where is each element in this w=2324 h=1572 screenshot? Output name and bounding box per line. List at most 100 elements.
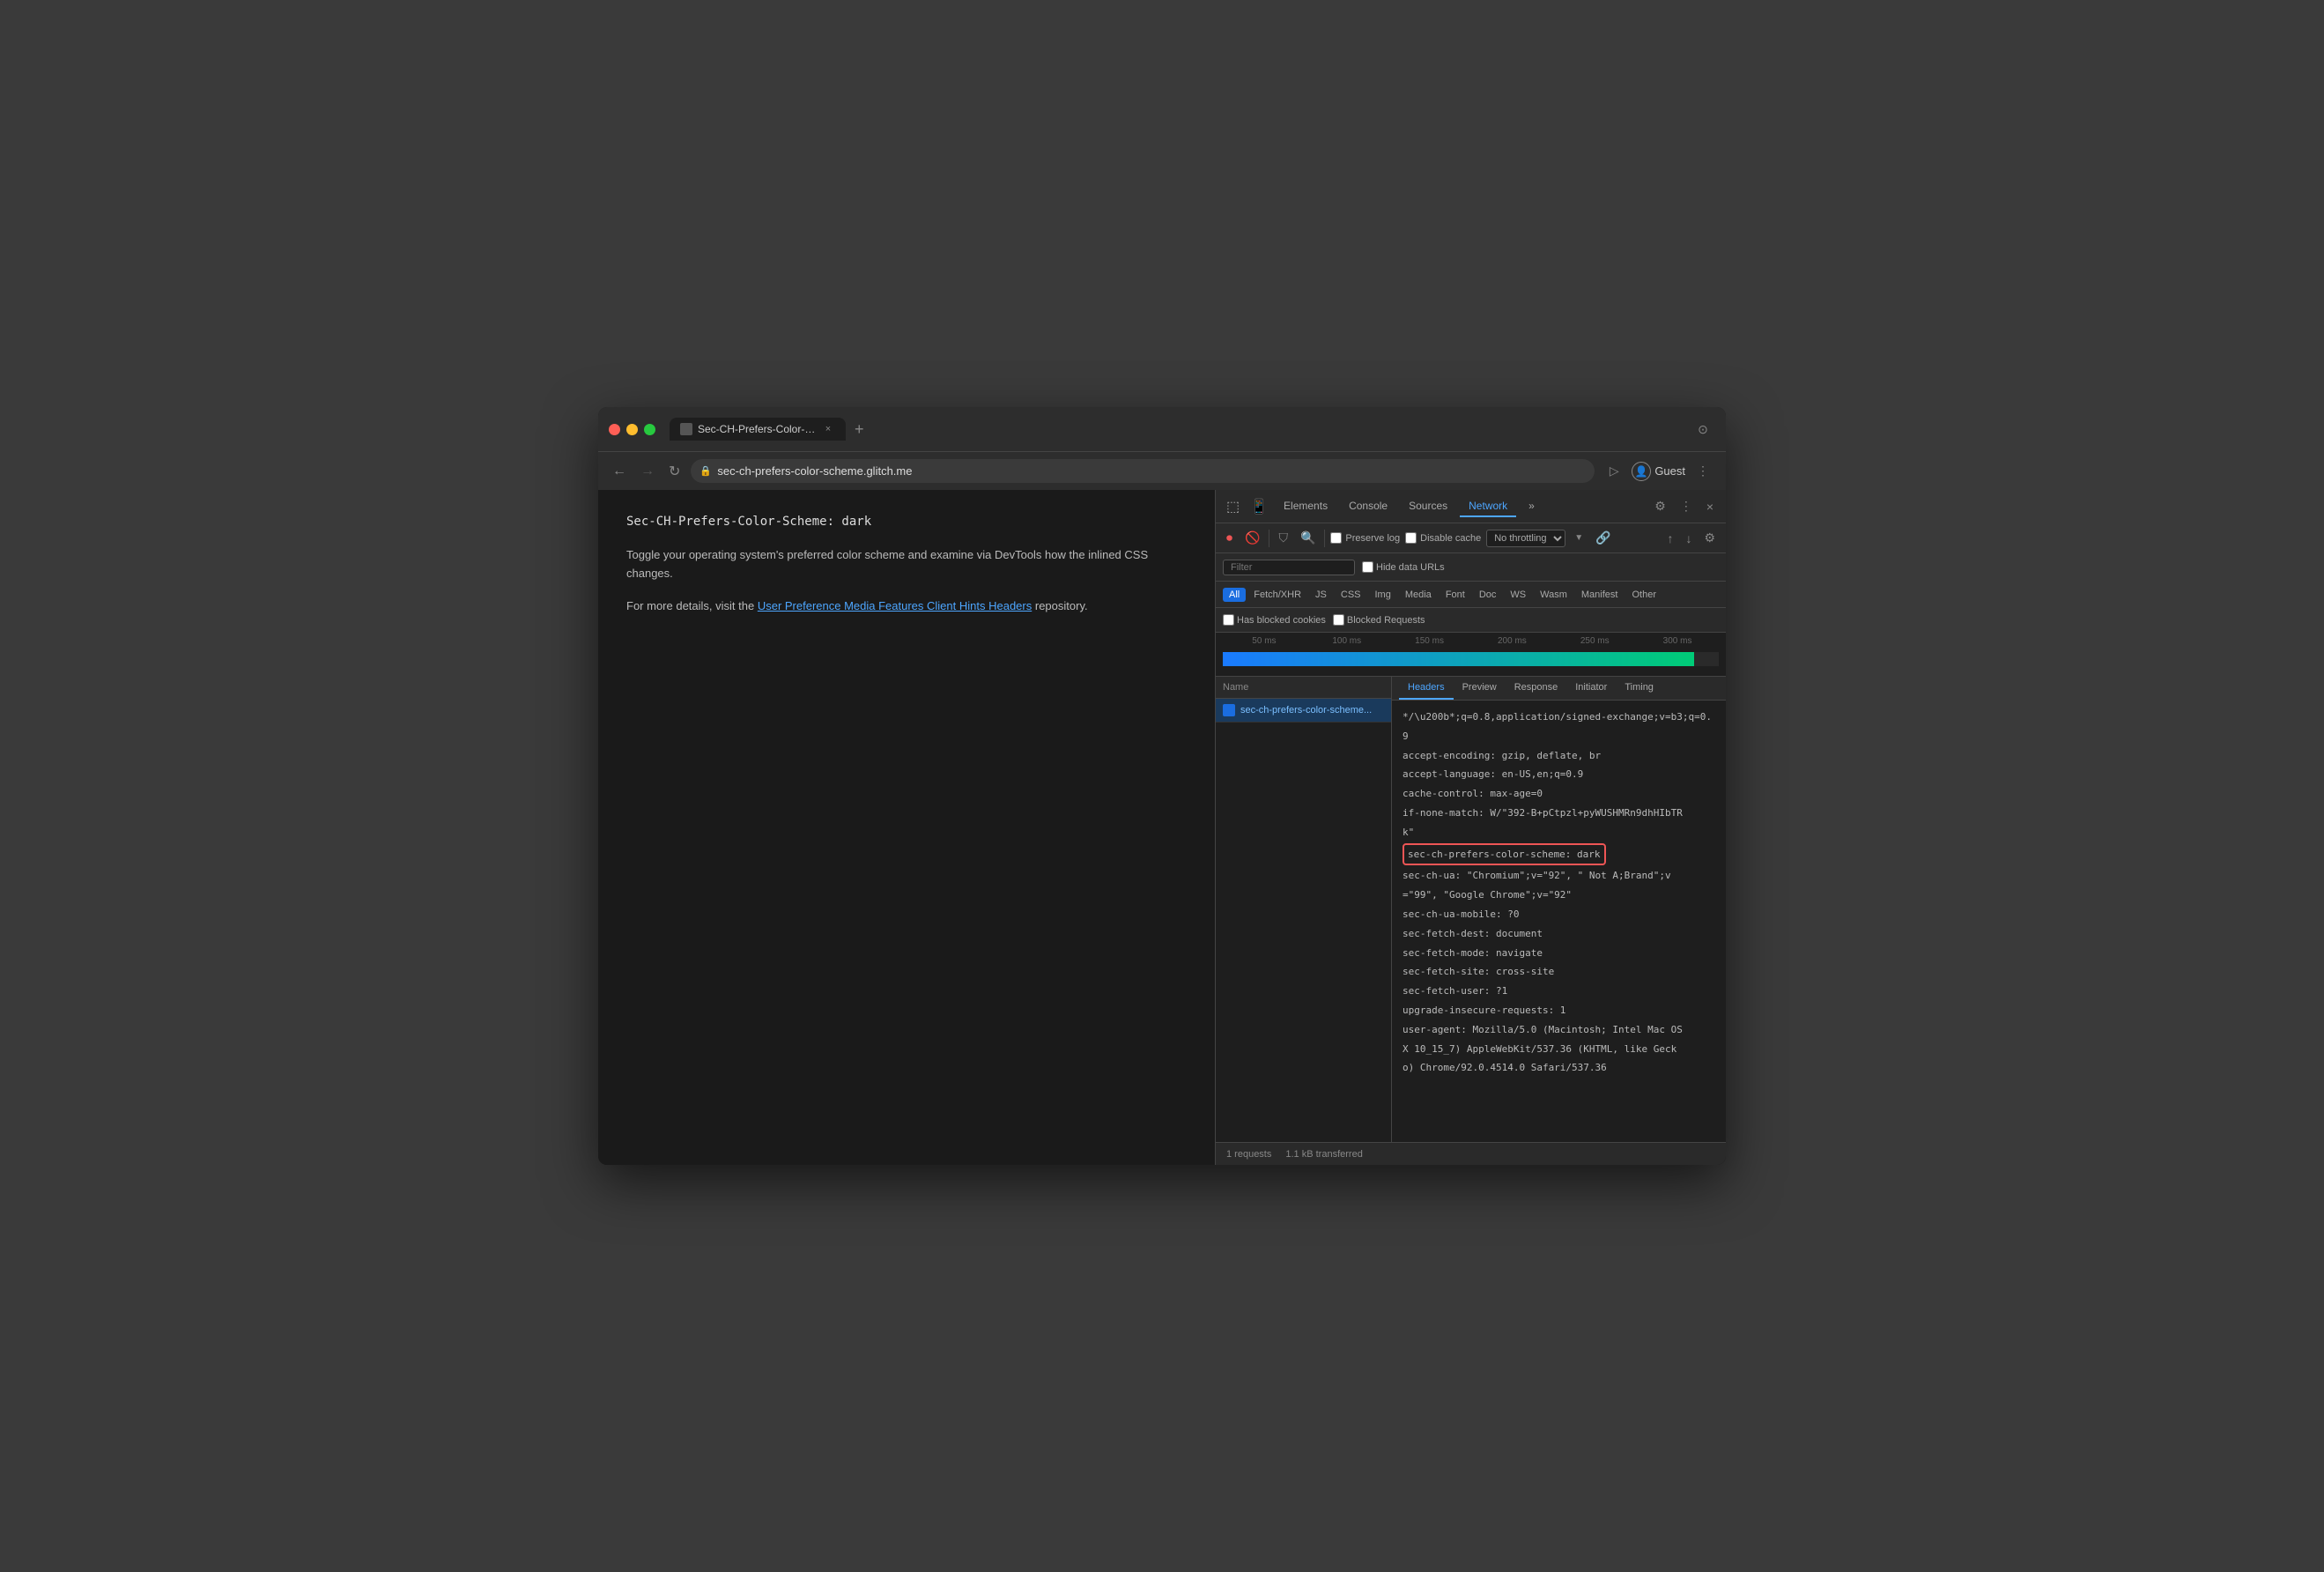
blocked-requests-input[interactable] bbox=[1333, 614, 1344, 626]
address-input[interactable] bbox=[691, 459, 1595, 483]
header-line-2: accept-language: en-US,en;q=0.9 bbox=[1403, 765, 1715, 784]
devtools-toolbar: ⏺ 🚫 ⛉ 🔍 Preserve log Disable cache No th… bbox=[1216, 523, 1726, 553]
devtools-topbar: ⬚ 📱 Elements Console Sources Network » ⚙… bbox=[1216, 490, 1726, 523]
devtools-close-icon[interactable]: × bbox=[1701, 496, 1719, 517]
tab-console[interactable]: Console bbox=[1340, 496, 1396, 517]
type-font[interactable]: Font bbox=[1440, 588, 1471, 602]
requests-count: 1 requests bbox=[1226, 1149, 1271, 1160]
page-para-2-suffix: repository. bbox=[1035, 599, 1088, 612]
cast-icon[interactable]: ▷ bbox=[1602, 459, 1626, 484]
type-other[interactable]: Other bbox=[1625, 588, 1662, 602]
timeline-label-4: 200 ms bbox=[1470, 636, 1553, 646]
column-name-label: Name bbox=[1223, 682, 1248, 693]
browser-tab[interactable]: Sec-CH-Prefers-Color-Schem... × bbox=[670, 418, 846, 441]
type-js[interactable]: JS bbox=[1309, 588, 1333, 602]
clear-button[interactable]: 🚫 bbox=[1241, 529, 1263, 547]
devtools-statusbar: 1 requests 1.1 kB transferred bbox=[1216, 1142, 1726, 1165]
page-para-1: Toggle your operating system's preferred… bbox=[626, 546, 1187, 583]
timeline-label-3: 150 ms bbox=[1388, 636, 1471, 646]
header-line-10: sec-fetch-user: ?1 bbox=[1403, 982, 1715, 1001]
devtools-panel: ⬚ 📱 Elements Console Sources Network » ⚙… bbox=[1215, 490, 1726, 1165]
type-filter-bar: All Fetch/XHR JS CSS Img Media Font Doc … bbox=[1216, 582, 1726, 608]
hide-data-urls-label: Hide data URLs bbox=[1376, 562, 1445, 573]
type-img[interactable]: Img bbox=[1369, 588, 1397, 602]
filter-toggle-button[interactable]: ⛉ bbox=[1275, 529, 1292, 547]
request-item-icon bbox=[1223, 704, 1235, 716]
devtools-settings-icon[interactable]: ⚙ bbox=[1649, 495, 1671, 517]
timeline-bar-area bbox=[1223, 652, 1719, 666]
header-line-0b: 9 bbox=[1403, 727, 1715, 746]
throttle-chevron[interactable]: ▼ bbox=[1571, 531, 1587, 545]
throttle-select[interactable]: No throttling Fast 3G Slow 3G bbox=[1486, 530, 1565, 547]
timeline-progress bbox=[1223, 652, 1694, 666]
type-css[interactable]: CSS bbox=[1335, 588, 1367, 602]
forward-button[interactable]: → bbox=[637, 460, 658, 483]
headers-tab-response[interactable]: Response bbox=[1506, 677, 1567, 700]
reload-button[interactable]: ↻ bbox=[665, 459, 684, 484]
back-button[interactable]: ← bbox=[609, 460, 630, 483]
headers-tab-headers[interactable]: Headers bbox=[1399, 677, 1454, 700]
tab-title: Sec-CH-Prefers-Color-Schem... bbox=[698, 423, 816, 435]
profile-button[interactable]: 👤 Guest bbox=[1632, 462, 1685, 481]
download-button[interactable]: ↓ bbox=[1682, 530, 1695, 547]
has-blocked-cookies-checkbox[interactable]: Has blocked cookies bbox=[1223, 614, 1326, 626]
devtools-right: Headers Preview Response Initiator Timin… bbox=[1392, 677, 1726, 1142]
hide-data-urls-input[interactable] bbox=[1362, 561, 1373, 573]
type-media[interactable]: Media bbox=[1399, 588, 1438, 602]
chrome-menu-button[interactable]: ⋮ bbox=[1691, 459, 1715, 484]
page-link[interactable]: User Preference Media Features Client Hi… bbox=[758, 599, 1032, 612]
page-content: Sec-CH-Prefers-Color-Scheme: dark Toggle… bbox=[598, 490, 1215, 1165]
devtools-more-icon[interactable]: ⋮ bbox=[1675, 495, 1698, 517]
tab-network[interactable]: Network bbox=[1460, 496, 1516, 517]
timeline-label-2: 100 ms bbox=[1306, 636, 1388, 646]
preserve-log-checkbox[interactable]: Preserve log bbox=[1330, 532, 1400, 544]
type-fetch-xhr[interactable]: Fetch/XHR bbox=[1247, 588, 1307, 602]
network-table-wrap: Name sec-ch-prefers-color-scheme... Head… bbox=[1216, 677, 1726, 1142]
request-item[interactable]: sec-ch-prefers-color-scheme... bbox=[1216, 699, 1391, 723]
headers-tab-preview[interactable]: Preview bbox=[1454, 677, 1506, 700]
type-wasm[interactable]: Wasm bbox=[1534, 588, 1573, 602]
tab-more[interactable]: » bbox=[1520, 496, 1543, 517]
header-line-3: cache-control: max-age=0 bbox=[1403, 784, 1715, 804]
tab-sources[interactable]: Sources bbox=[1400, 496, 1456, 517]
tab-close-button[interactable]: × bbox=[821, 424, 835, 434]
search-button[interactable]: 🔍 bbox=[1297, 529, 1319, 547]
traffic-lights bbox=[609, 424, 655, 435]
upload-button[interactable]: ↑ bbox=[1663, 530, 1676, 547]
devtools-inspect-icon[interactable]: ⬚ bbox=[1223, 496, 1243, 517]
headers-tab-timing[interactable]: Timing bbox=[1616, 677, 1662, 700]
tab-elements[interactable]: Elements bbox=[1275, 496, 1336, 517]
has-blocked-cookies-input[interactable] bbox=[1223, 614, 1234, 626]
blocked-requests-checkbox[interactable]: Blocked Requests bbox=[1333, 614, 1425, 626]
header-line-7: sec-fetch-dest: document bbox=[1403, 924, 1715, 944]
close-button[interactable] bbox=[609, 424, 620, 435]
headers-tab-initiator[interactable]: Initiator bbox=[1566, 677, 1616, 700]
minimize-button[interactable] bbox=[626, 424, 638, 435]
filter-input[interactable] bbox=[1223, 560, 1355, 575]
disable-cache-label: Disable cache bbox=[1420, 533, 1481, 544]
type-manifest[interactable]: Manifest bbox=[1575, 588, 1625, 602]
window-action-icon[interactable]: ⊙ bbox=[1691, 417, 1715, 441]
preserve-log-input[interactable] bbox=[1330, 532, 1342, 544]
profile-label: Guest bbox=[1654, 464, 1685, 478]
type-doc[interactable]: Doc bbox=[1473, 588, 1503, 602]
type-all[interactable]: All bbox=[1223, 588, 1246, 602]
header-line-6: sec-ch-ua-mobile: ?0 bbox=[1403, 905, 1715, 924]
maximize-button[interactable] bbox=[644, 424, 655, 435]
record-button[interactable]: ⏺ bbox=[1223, 529, 1236, 547]
headers-scroll[interactable]: */\u200b*;q=0.8,application/signed-excha… bbox=[1392, 701, 1726, 1142]
disable-cache-checkbox[interactable]: Disable cache bbox=[1405, 532, 1481, 544]
timeline-label-1: 50 ms bbox=[1223, 636, 1306, 646]
disable-cache-input[interactable] bbox=[1405, 532, 1417, 544]
hide-data-urls-checkbox[interactable]: Hide data URLs bbox=[1362, 561, 1445, 573]
new-tab-button[interactable]: + bbox=[849, 420, 870, 439]
type-ws[interactable]: WS bbox=[1504, 588, 1532, 602]
devtools-device-icon[interactable]: 📱 bbox=[1247, 496, 1271, 517]
network-settings-icon[interactable]: ⚙ bbox=[1700, 529, 1719, 547]
import-har-button[interactable]: 🔗 bbox=[1592, 529, 1614, 547]
page-para-2: For more details, visit the User Prefere… bbox=[626, 597, 1187, 616]
blocked-filter-bar: Has blocked cookies Blocked Requests bbox=[1216, 608, 1726, 633]
timeline-label-6: 300 ms bbox=[1636, 636, 1719, 646]
tab-bar: Sec-CH-Prefers-Color-Schem... × + bbox=[670, 418, 1684, 441]
tab-favicon bbox=[680, 423, 692, 435]
